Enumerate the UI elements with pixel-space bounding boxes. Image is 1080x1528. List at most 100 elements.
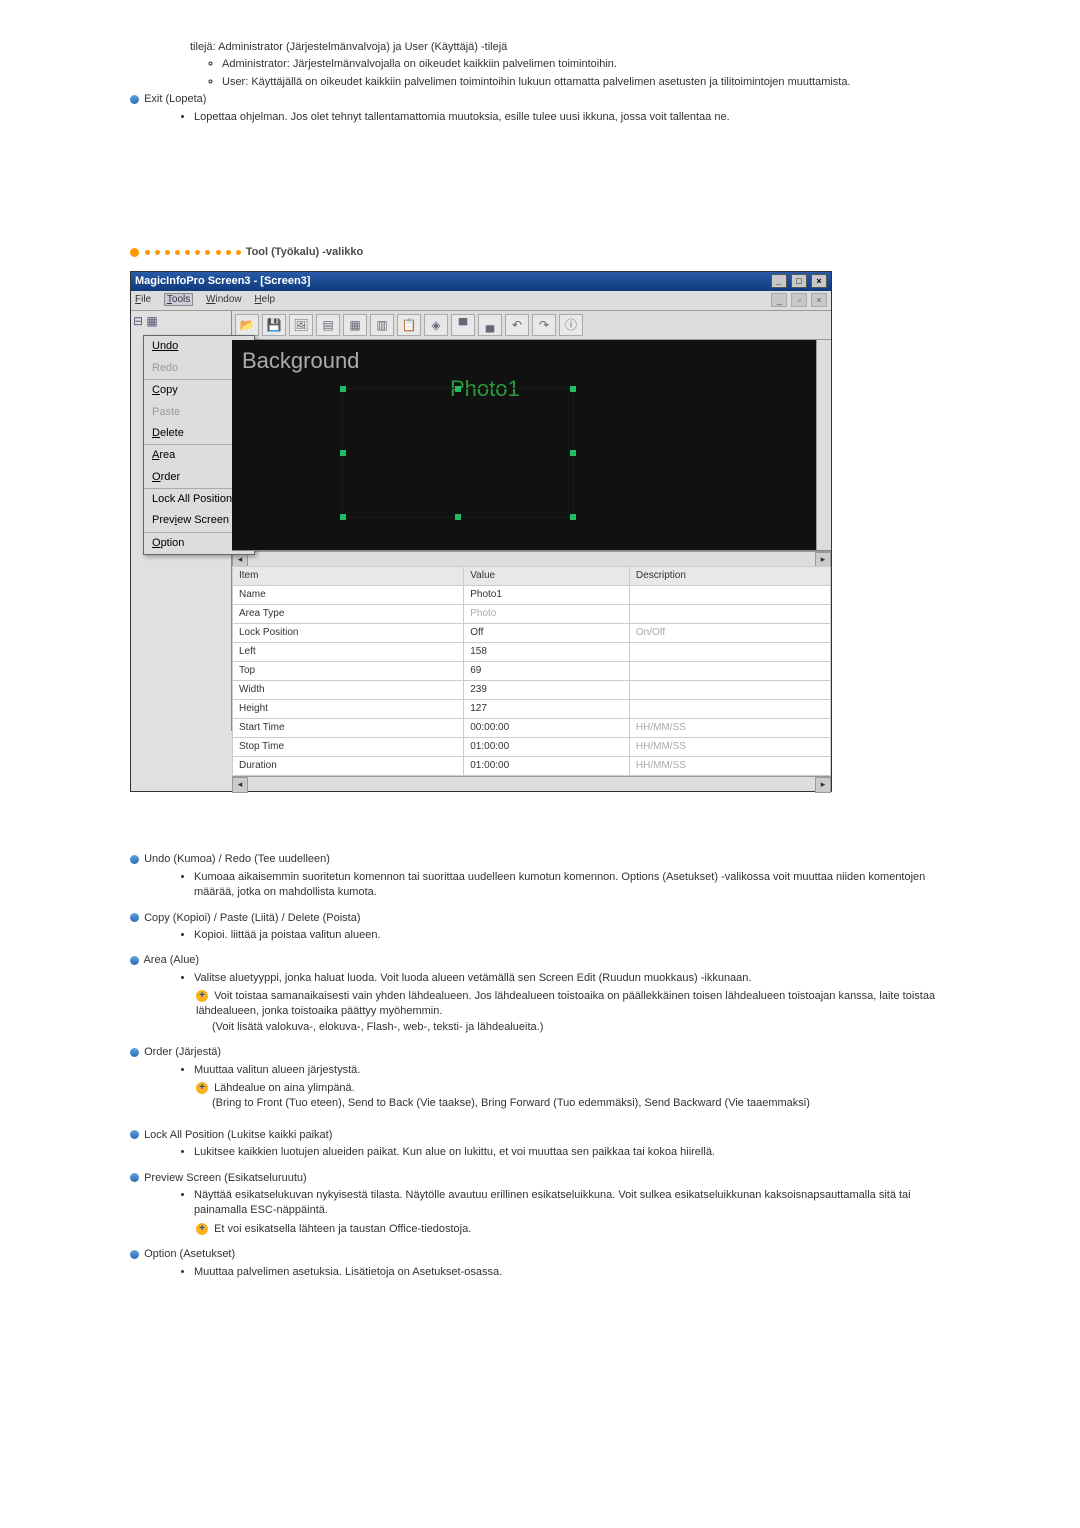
option-body: Muuttaa palvelimen asetuksia. Lisätietoj…: [194, 1265, 950, 1280]
v-scrollbar[interactable]: [816, 340, 831, 550]
area-body: Valitse aluetyyppi, jonka haluat luoda. …: [194, 972, 751, 984]
menu-file[interactable]: File: [135, 294, 151, 305]
tb-send-back-icon[interactable]: ▄: [478, 314, 502, 336]
toolbar: 📂 💾 🖼 ▤ ▦ ▥ 📋 ◈ ▀ ▄ ↶ ↷ ⓘ: [232, 311, 831, 340]
tb-info-icon[interactable]: ⓘ: [559, 314, 583, 336]
tb-align2-icon[interactable]: ▦: [343, 314, 367, 336]
order-title: Order (Järjestä): [144, 1046, 221, 1058]
cell-value[interactable]: 69: [464, 662, 630, 681]
table-row[interactable]: Area TypePhoto: [233, 605, 831, 624]
h-scrollbar-2[interactable]: ◂ ▸: [232, 776, 831, 791]
table-row[interactable]: Top69: [233, 662, 831, 681]
mdi-minimize-button[interactable]: _: [771, 293, 787, 307]
bullet-icon: [130, 1130, 139, 1139]
order-note2: (Bring to Front (Tuo eteen), Send to Bac…: [212, 1096, 950, 1111]
table-row[interactable]: Start Time00:00:00HH/MM/SS: [233, 719, 831, 738]
cell-desc: [629, 681, 830, 700]
table-row[interactable]: Width239: [233, 681, 831, 700]
table-row[interactable]: Left158: [233, 643, 831, 662]
orange-dot-icon: [145, 250, 150, 255]
plus-note-icon: +: [196, 1082, 208, 1094]
cell-value[interactable]: 01:00:00: [464, 757, 630, 776]
tb-bring-front-icon[interactable]: ▀: [451, 314, 475, 336]
cell-item: Duration: [233, 757, 464, 776]
tb-copy-icon[interactable]: 📋: [397, 314, 421, 336]
maximize-button[interactable]: □: [791, 274, 807, 288]
copy-paste-body: Kopioi. liittää ja poistaa valitun aluee…: [194, 928, 950, 943]
area-note2: (Voit lisätä valokuva-, elokuva-, Flash-…: [212, 1020, 950, 1035]
h-scrollbar[interactable]: ◂ ▸: [232, 551, 831, 566]
tb-redo-icon[interactable]: ↷: [532, 314, 556, 336]
intro-fragment: tilejä: Administrator (Järjestelmänvalvo…: [190, 40, 950, 90]
cell-value[interactable]: 127: [464, 700, 630, 719]
cell-value[interactable]: 01:00:00: [464, 738, 630, 757]
app-title: MagicInfoPro Screen3 - [Screen3]: [135, 274, 310, 289]
orange-dot-icon: [185, 250, 190, 255]
cell-value[interactable]: 239: [464, 681, 630, 700]
cell-value[interactable]: 158: [464, 643, 630, 662]
order-body: Muuttaa valitun alueen järjestystä.: [194, 1064, 360, 1076]
tb-align1-icon[interactable]: ▤: [316, 314, 340, 336]
section-title: Tool (Työkalu) -valikko: [246, 246, 364, 258]
cell-desc: [629, 605, 830, 624]
tree-icons: ⊟ ▦: [131, 311, 231, 335]
order-note: Lähdealue on aina ylimpänä.: [214, 1082, 355, 1094]
bullet-icon: [130, 1048, 139, 1057]
intro-account-list: Administrator: Järjestelmänvalvojalla on…: [204, 57, 950, 90]
exit-body: Lopettaa ohjelman. Jos olet tehnyt talle…: [194, 110, 950, 125]
table-row[interactable]: Duration01:00:00HH/MM/SS: [233, 757, 831, 776]
menu-window[interactable]: Window: [206, 294, 242, 305]
table-row[interactable]: Height127: [233, 700, 831, 719]
table-row[interactable]: Stop Time01:00:00HH/MM/SS: [233, 738, 831, 757]
cell-desc: HH/MM/SS: [629, 757, 830, 776]
cell-desc: [629, 643, 830, 662]
table-row[interactable]: NamePhoto1: [233, 586, 831, 605]
minimize-button[interactable]: _: [771, 274, 787, 288]
menu-help[interactable]: Help: [254, 294, 275, 305]
orange-dot-icon: [155, 250, 160, 255]
cell-desc: On/Off: [629, 624, 830, 643]
tb-undo-icon[interactable]: ↶: [505, 314, 529, 336]
cell-value[interactable]: Photo: [464, 605, 630, 624]
close-button[interactable]: ×: [811, 274, 827, 288]
section-header: Tool (Työkalu) -valikko: [130, 245, 950, 261]
tb-open-icon[interactable]: 📂: [235, 314, 259, 336]
cell-value[interactable]: Off: [464, 624, 630, 643]
copy-paste-title: Copy (Kopioi) / Paste (Liitä) / Delete (…: [144, 912, 360, 924]
orange-dot-icon: [216, 250, 221, 255]
plus-note-icon: +: [196, 990, 208, 1002]
exit-title: Exit (Lopeta): [144, 93, 206, 105]
cell-value[interactable]: Photo1: [464, 586, 630, 605]
scroll-right-icon[interactable]: ▸: [815, 777, 831, 793]
table-row[interactable]: Lock PositionOffOn/Off: [233, 624, 831, 643]
tb-save-icon[interactable]: 💾: [262, 314, 286, 336]
properties-table: Item Value Description NamePhoto1Area Ty…: [232, 566, 831, 776]
cell-item: Start Time: [233, 719, 464, 738]
menubar: File Tools Window Help _ ▫ ×: [131, 291, 831, 311]
preview-title: Preview Screen (Esikatseluruutu): [144, 1172, 307, 1184]
titlebar: MagicInfoPro Screen3 - [Screen3] _ □ ×: [131, 272, 831, 291]
cell-item: Lock Position: [233, 624, 464, 643]
edit-canvas[interactable]: Background Photo1: [232, 340, 831, 551]
bullet-icon: [130, 855, 139, 864]
tb-align3-icon[interactable]: ▥: [370, 314, 394, 336]
mdi-close-button[interactable]: ×: [811, 293, 827, 307]
intro-user: User: Käyttäjällä on oikeudet kaikkiin p…: [222, 75, 950, 90]
plus-note-icon: +: [196, 1223, 208, 1235]
tool-help-list: Undo (Kumoa) / Redo (Tee uudelleen) Kumo…: [130, 852, 950, 1280]
bullet-icon: [130, 956, 139, 965]
scroll-left-icon[interactable]: ◂: [232, 777, 248, 793]
lock-title: Lock All Position (Lukitse kaikki paikat…: [144, 1129, 332, 1141]
cell-item: Stop Time: [233, 738, 464, 757]
menu-tools[interactable]: Tools: [164, 293, 193, 306]
tb-diamond-icon[interactable]: ◈: [424, 314, 448, 336]
tb-image-icon[interactable]: 🖼: [289, 314, 313, 336]
photo-area[interactable]: [342, 388, 574, 518]
undo-redo-body: Kumoaa aikaisemmin suoritetun komennon t…: [194, 870, 950, 901]
cell-value[interactable]: 00:00:00: [464, 719, 630, 738]
orange-dot-icon: [205, 250, 210, 255]
mdi-restore-button[interactable]: ▫: [791, 293, 807, 307]
option-title: Option (Asetukset): [144, 1248, 235, 1260]
cell-desc: HH/MM/SS: [629, 719, 830, 738]
orange-dot-icon: [236, 250, 241, 255]
